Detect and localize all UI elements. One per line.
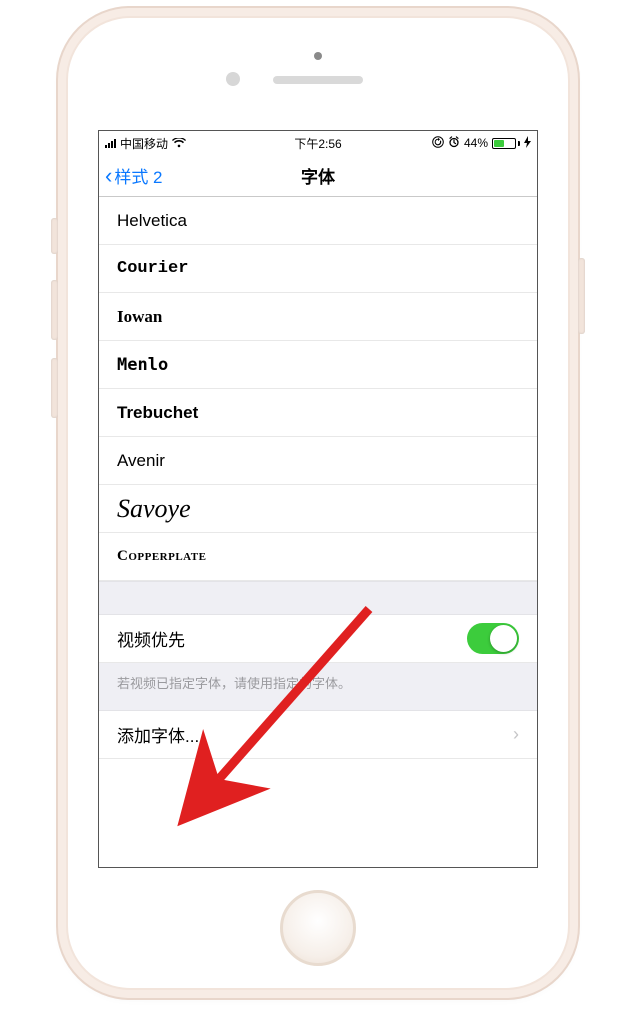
- page-title: 字体: [99, 163, 537, 188]
- chevron-left-icon: ‹: [105, 165, 112, 187]
- video-priority-footer: 若视频已指定字体，请使用指定的字体。: [99, 663, 537, 711]
- volume-up-button: [51, 280, 58, 340]
- phone-frame: 中国移动 下午2:56 44%: [68, 18, 568, 988]
- add-font-row[interactable]: 添加字体... ›: [99, 711, 537, 759]
- section-separator: [99, 581, 537, 615]
- mute-switch: [51, 218, 58, 254]
- rotation-lock-icon: [432, 136, 444, 151]
- font-option-avenir[interactable]: Avenir: [99, 437, 537, 485]
- proximity-sensor: [314, 52, 322, 60]
- font-option-label: Savoye: [117, 494, 519, 524]
- clock-label: 下午2:56: [294, 135, 341, 152]
- battery-icon: [492, 138, 520, 149]
- cellular-signal-icon: [105, 138, 116, 148]
- video-priority-row[interactable]: 视频优先: [99, 615, 537, 663]
- font-option-copperplate[interactable]: Copperplate: [99, 533, 537, 581]
- font-option-menlo[interactable]: Menlo: [99, 341, 537, 389]
- battery-percent-label: 44%: [464, 136, 488, 150]
- font-option-label: Avenir: [117, 451, 519, 471]
- font-option-iowan[interactable]: Iowan: [99, 293, 537, 341]
- add-font-label: 添加字体...: [117, 722, 513, 747]
- screen: 中国移动 下午2:56 44%: [98, 130, 538, 868]
- back-button-label: 样式 2: [114, 163, 162, 188]
- font-option-label: Helvetica: [117, 211, 519, 231]
- navigation-bar: ‹ 样式 2 字体: [99, 155, 537, 197]
- font-option-helvetica[interactable]: Helvetica: [99, 197, 537, 245]
- charging-icon: [524, 136, 531, 151]
- font-option-label: Iowan: [117, 307, 519, 327]
- back-button[interactable]: ‹ 样式 2: [99, 163, 163, 188]
- power-button: [578, 258, 585, 334]
- earpiece-speaker: [273, 76, 363, 84]
- font-option-label: Copperplate: [117, 548, 519, 565]
- wifi-icon: [172, 138, 186, 148]
- video-priority-toggle[interactable]: [467, 623, 519, 654]
- video-priority-label: 视频优先: [117, 626, 467, 651]
- font-option-savoye[interactable]: Savoye: [99, 485, 537, 533]
- font-list: Helvetica Courier Iowan Menlo Trebuchet …: [99, 197, 537, 581]
- font-option-label: Trebuchet: [117, 403, 519, 423]
- home-button[interactable]: [280, 890, 356, 966]
- carrier-label: 中国移动: [120, 135, 168, 152]
- font-option-label: Menlo: [117, 355, 519, 375]
- font-option-trebuchet[interactable]: Trebuchet: [99, 389, 537, 437]
- status-bar: 中国移动 下午2:56 44%: [99, 131, 537, 155]
- chevron-right-icon: ›: [513, 724, 519, 745]
- volume-down-button: [51, 358, 58, 418]
- font-option-courier[interactable]: Courier: [99, 245, 537, 293]
- front-camera: [226, 72, 240, 86]
- font-option-label: Courier: [117, 259, 519, 278]
- alarm-icon: [448, 136, 460, 151]
